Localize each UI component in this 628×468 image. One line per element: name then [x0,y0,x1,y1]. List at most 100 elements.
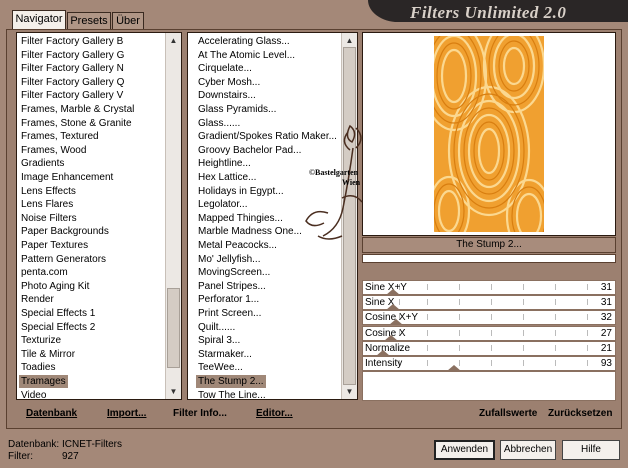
tab-presets[interactable]: Presets [67,12,111,29]
slider-tick [587,284,588,290]
category-item[interactable]: Photo Aging Kit [21,280,89,293]
filter-item[interactable]: Metal Peacocks... [198,239,277,252]
scroll-down-icon[interactable]: ▼ [168,386,179,397]
category-item[interactable]: Frames, Marble & Crystal [21,103,134,116]
filter-item[interactable]: Quilt...... [198,321,235,334]
filter-item[interactable]: Groovy Bachelor Pad... [198,144,301,157]
category-item[interactable]: Render [21,293,54,306]
slider-intensity[interactable]: Intensity 93 [362,356,616,371]
slider-knob[interactable] [376,349,391,356]
filter-item[interactable]: Mo' Jellyfish... [198,253,260,266]
filter-item[interactable]: The Stump 2... [196,375,266,388]
tab-navigator[interactable]: Navigator [12,10,66,30]
random-values-button[interactable]: Zufallswerte [479,408,537,419]
filter-item[interactable]: Perforator 1... [198,293,259,306]
filter-item[interactable]: Tow The Line... [198,389,266,399]
watermark-text: ©Bastelgarten [309,168,359,177]
filter-item[interactable]: Accelerating Glass... [198,35,290,48]
category-item[interactable]: Filter Factory Gallery V [21,89,123,102]
category-item[interactable]: Tramages [19,375,68,388]
filter-item[interactable]: Spiral 3... [198,334,240,347]
category-item[interactable]: Lens Effects [21,185,76,198]
filter-item[interactable]: TeeWee... [198,361,243,374]
slider-tick [555,299,556,306]
category-item[interactable]: Gradients [21,157,64,170]
editor-button[interactable]: Editor... [256,408,293,419]
help-button[interactable]: Hilfe [562,440,620,460]
slider-knob[interactable] [383,334,398,341]
slider-tick [523,314,524,321]
filter-item[interactable]: Panel Stripes... [198,280,266,293]
category-list[interactable]: ▲ ▼ Filter Factory Gallery B Filter Facto… [16,32,182,400]
reset-button[interactable]: Zurücksetzen [548,408,612,419]
filter-item[interactable]: Holidays in Egypt... [198,185,284,198]
cancel-button[interactable]: Abbrechen [500,440,556,460]
slider-value: 31 [600,297,612,309]
filter-item[interactable]: Legolator... [198,198,247,211]
category-item[interactable]: Filter Factory Gallery N [21,62,124,75]
slider-cosine-x[interactable]: Cosine X 27 [362,325,616,341]
category-item[interactable]: Filter Factory Gallery Q [21,76,124,89]
category-item[interactable]: Filter Factory Gallery B [21,35,123,48]
filter-item[interactable]: Heightline... [198,157,251,170]
slider-tick [427,329,428,336]
category-item[interactable]: Frames, Wood [21,144,86,157]
filter-item[interactable]: Glass Pyramids... [198,103,276,116]
filter-item[interactable]: Starmaker... [198,348,252,361]
slider-normalize[interactable]: Normalize 21 [362,340,616,356]
filter-item[interactable]: Mapped Thingies... [198,212,283,225]
slider-knob[interactable] [386,304,401,311]
category-item[interactable]: Pattern Generators [21,253,106,266]
category-scrollbar[interactable]: ▲ ▼ [165,33,181,399]
slider-tick [459,344,460,351]
status-db-value: ICNET-Filters [62,439,122,450]
slider-value: 31 [600,282,612,293]
category-item[interactable]: Paper Textures [21,239,88,252]
filter-item[interactable]: Marble Madness One... [198,225,302,238]
slider-tick [523,299,524,306]
filter-item[interactable]: Cyber Mosh... [198,76,260,89]
category-item[interactable]: Lens Flares [21,198,73,211]
datenbank-button[interactable]: Datenbank [26,408,77,419]
filter-item[interactable]: Print Screen... [198,307,261,320]
tab-uber[interactable]: Über [112,12,144,29]
category-item[interactable]: Video [21,389,46,399]
slider-sine-x[interactable]: Sine X 31 [362,295,616,311]
scroll-up-icon[interactable]: ▲ [168,35,179,46]
category-item[interactable]: Noise Filters [21,212,77,225]
filter-item[interactable]: Hex Lattice... [198,171,256,184]
category-item[interactable]: penta.com [21,266,68,279]
scroll-up-icon[interactable]: ▲ [344,35,355,46]
scroll-down-icon[interactable]: ▼ [344,386,355,397]
slider-knob[interactable] [386,289,401,295]
slider-label: Intensity [365,358,403,369]
filter-item[interactable]: At The Atomic Level... [198,49,295,62]
filter-info-button[interactable]: Filter Info... [173,408,227,419]
slider-tick [555,284,556,290]
category-item[interactable]: Paper Backgrounds [21,225,109,238]
slider-cosine-x-y[interactable]: Cosine X+Y 32 [362,310,616,326]
category-item[interactable]: Special Effects 2 [21,321,95,334]
category-item[interactable]: Frames, Stone & Granite [21,117,132,130]
filter-item[interactable]: Glass...... [198,117,240,130]
slider-tick [523,344,524,351]
status-filter-value: 927 [62,451,79,462]
category-item[interactable]: Special Effects 1 [21,307,95,320]
category-item[interactable]: Image Enhancement [21,171,113,184]
filter-item[interactable]: Cirquelate... [198,62,252,75]
category-item[interactable]: Tile & Mirror [21,348,75,361]
category-item[interactable]: Texturize [21,334,61,347]
scrollbar-thumb[interactable] [167,288,180,368]
category-item[interactable]: Frames, Textured [21,130,99,143]
category-item[interactable]: Filter Factory Gallery G [21,49,124,62]
preview-image [434,36,544,232]
filter-item[interactable]: MovingScreen... [198,266,270,279]
category-item[interactable]: Toadies [21,361,55,374]
import-button[interactable]: Import... [107,408,146,419]
slider-sine-x-y[interactable]: Sine X+Y 31 [362,280,616,295]
slider-knob[interactable] [389,319,404,326]
filter-item[interactable]: Downstairs... [198,89,256,102]
app-title: Filters Unlimited 2.0 [410,3,567,22]
apply-button[interactable]: Anwenden [434,440,495,460]
slider-tick [523,329,524,336]
